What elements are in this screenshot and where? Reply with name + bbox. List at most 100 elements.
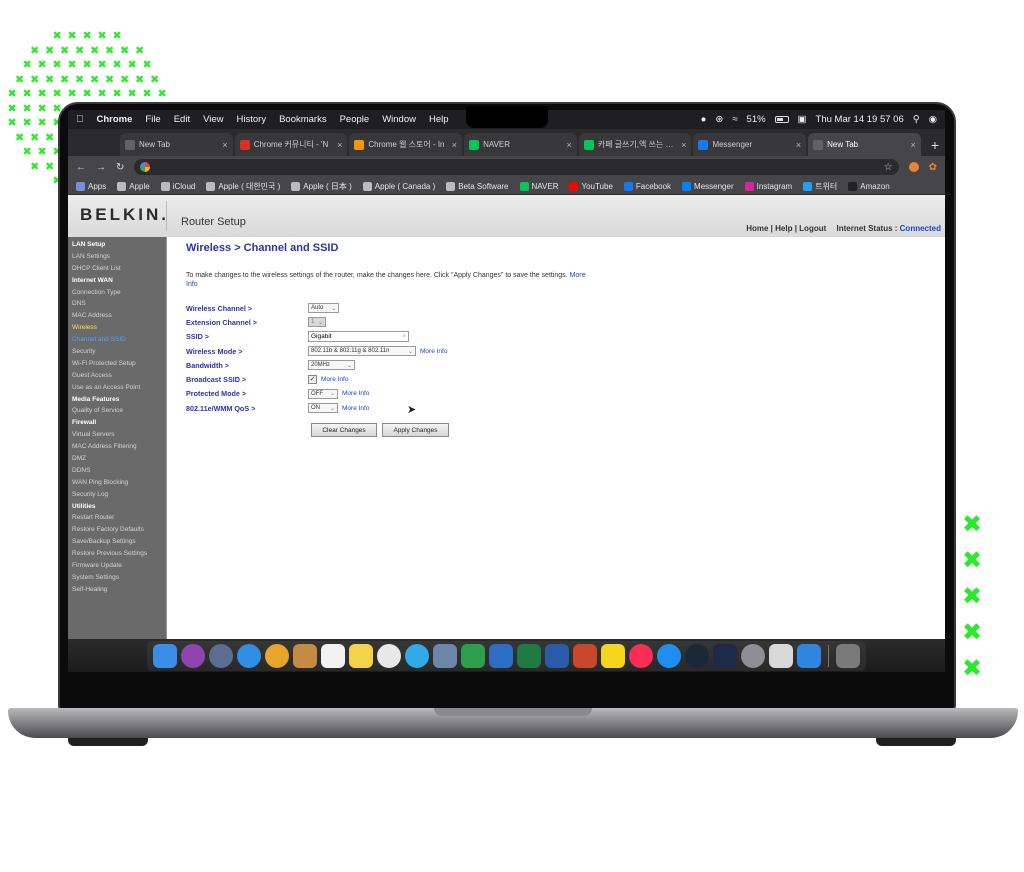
finder-icon[interactable] xyxy=(153,643,177,668)
bookmark-item[interactable]: Apple ( 대한민국 ) xyxy=(206,181,280,192)
protected-mode-select[interactable]: OFF ⌄ xyxy=(308,388,338,399)
sidebar-item[interactable]: Firmware Update xyxy=(68,560,166,572)
browser-tab[interactable]: Chrome 커뮤니티 - 'N × xyxy=(234,133,348,156)
tab-close-icon[interactable]: × xyxy=(911,140,916,150)
bookmark-item[interactable]: Facebook xyxy=(623,181,671,191)
wifi-icon[interactable]: ≈ xyxy=(732,114,737,125)
wireless-mode-more-info-link[interactable]: More Info xyxy=(420,348,447,355)
nav-logout-link[interactable]: Logout xyxy=(799,224,826,233)
sidebar-item[interactable]: Wi-Fi Protected Setup xyxy=(68,358,166,370)
sidebar-item[interactable]: System Settings xyxy=(68,572,166,584)
apply-changes-button[interactable]: Apply Changes xyxy=(382,423,449,438)
sidebar-item[interactable]: Virtual Servers xyxy=(68,429,166,441)
photos-icon[interactable] xyxy=(377,643,401,668)
word-icon[interactable] xyxy=(545,643,569,668)
sidebar-item[interactable]: Save/Backup Settings xyxy=(68,536,166,548)
bookmark-item[interactable]: Apple ( Canada ) xyxy=(362,181,435,191)
keynote-icon[interactable] xyxy=(489,643,513,668)
steam-icon[interactable] xyxy=(685,643,709,668)
numbers-icon[interactable] xyxy=(461,643,485,668)
sidebar-item[interactable]: Self-Healing xyxy=(68,584,166,596)
tab-close-icon[interactable]: × xyxy=(566,140,571,150)
menu-file[interactable]: File xyxy=(145,114,160,125)
nav-home-link[interactable]: Home xyxy=(746,224,768,233)
settings-icon[interactable] xyxy=(741,643,765,668)
sidebar-item[interactable]: MAC Address xyxy=(68,310,166,322)
address-bar[interactable]: ☆ xyxy=(134,159,899,175)
menu-view[interactable]: View xyxy=(203,114,223,125)
tab-close-icon[interactable]: × xyxy=(222,140,227,150)
safari-icon[interactable] xyxy=(237,643,261,668)
sidebar-item[interactable]: Quality of Service xyxy=(68,405,166,417)
sidebar-item[interactable]: Channel and SSID xyxy=(68,334,166,346)
wmm-qos-select[interactable]: ON ⌄ xyxy=(308,403,338,414)
browser-tab[interactable]: Chrome 웹 스토어 - In × xyxy=(349,133,463,156)
preview-icon[interactable] xyxy=(433,643,457,668)
clipboard-icon[interactable]: ▣ xyxy=(798,114,807,125)
contacts-icon[interactable] xyxy=(293,643,317,668)
bookmark-item[interactable]: 트위터 xyxy=(803,181,837,192)
menu-window[interactable]: Window xyxy=(382,114,416,125)
siri-icon[interactable] xyxy=(181,643,205,668)
screenshot-icon[interactable] xyxy=(769,643,793,668)
trash-icon[interactable] xyxy=(836,643,860,668)
sidebar-item[interactable]: Restore Previous Settings xyxy=(68,548,166,560)
menu-app-name[interactable]: Chrome xyxy=(97,114,133,125)
tab-close-icon[interactable]: × xyxy=(796,140,801,150)
sidebar-item[interactable]: LAN Settings xyxy=(68,251,166,263)
powerpoint-icon[interactable] xyxy=(573,643,597,668)
tab-close-icon[interactable]: × xyxy=(452,140,457,150)
bookmark-item[interactable]: Beta Software xyxy=(446,181,509,191)
apple-menu-icon[interactable]:  xyxy=(76,114,84,125)
bookmark-item[interactable]: Apple xyxy=(117,181,150,191)
bookmark-item[interactable]: Apps xyxy=(76,181,106,191)
sidebar-item[interactable]: Connection Type xyxy=(68,287,166,299)
extension-puzzle-icon[interactable]: ✿ xyxy=(929,162,937,173)
bookmark-item[interactable]: Messenger xyxy=(682,181,734,191)
wireless-mode-select[interactable]: 802.11b & 802.11g & 802.11n ⌄ xyxy=(308,346,416,357)
wmm-more-info-link[interactable]: More Info xyxy=(342,405,369,412)
tab-close-icon[interactable]: × xyxy=(681,140,686,150)
sidebar-item[interactable]: WAN Ping Blocking xyxy=(68,477,166,489)
menu-bookmarks[interactable]: Bookmarks xyxy=(279,114,327,125)
menu-help[interactable]: Help xyxy=(429,114,449,125)
bookmark-item[interactable]: Amazon xyxy=(848,181,890,191)
wireless-channel-select[interactable]: Auto ⌄ xyxy=(308,303,339,314)
extension-channel-select[interactable]: 1 ⌄ xyxy=(308,317,326,328)
browser-tab[interactable]: NAVER × xyxy=(464,133,577,156)
new-tab-plus-icon[interactable]: + xyxy=(923,137,945,156)
sidebar-item[interactable]: Wireless xyxy=(68,322,166,334)
chat-icon[interactable]: ● xyxy=(701,114,707,125)
spotlight-icon[interactable]: ⚲ xyxy=(913,114,920,125)
topaz-icon[interactable] xyxy=(713,643,737,668)
reload-icon[interactable]: ↻ xyxy=(116,162,124,173)
sidebar-item[interactable]: Use as an Access Point xyxy=(68,382,166,394)
appstore-icon[interactable] xyxy=(657,643,681,668)
clock[interactable]: Thu Mar 14 19 57 06 xyxy=(816,114,904,125)
broadcast-ssid-checkbox[interactable]: ✓ xyxy=(308,375,317,385)
bookmark-item[interactable]: Apple ( 日本 ) xyxy=(291,181,352,192)
bookmark-item[interactable]: Instagram xyxy=(744,181,792,191)
protected-more-info-link[interactable]: More Info xyxy=(342,390,369,397)
ssid-input[interactable]: Gigabit × xyxy=(308,331,409,343)
sidebar-item[interactable]: DMZ xyxy=(68,453,166,465)
sidebar-item[interactable]: DHCP Client List xyxy=(68,263,166,275)
bluetooth-icon[interactable]: ⊛ xyxy=(715,114,723,125)
sidebar-item[interactable]: MAC Address Filtering xyxy=(68,441,166,453)
extension-icon[interactable] xyxy=(908,162,919,172)
sidebar-item[interactable]: DNS xyxy=(68,298,166,310)
sidebar-item[interactable]: Restart Router xyxy=(68,512,166,524)
nav-help-link[interactable]: Help xyxy=(775,224,792,233)
siri-menubar-icon[interactable]: ◉ xyxy=(929,114,937,125)
browser-tab[interactable]: 카페 글쓰기,액 쓰는 사람 × xyxy=(578,133,692,156)
menu-history[interactable]: History xyxy=(237,114,267,125)
bookmark-star-icon[interactable]: ☆ xyxy=(884,162,893,173)
broadcast-more-info-link[interactable]: More Info xyxy=(321,376,348,383)
forward-icon[interactable]: → xyxy=(96,162,106,173)
back-icon[interactable]: ← xyxy=(76,162,86,173)
kakaotalk-icon[interactable] xyxy=(601,643,625,668)
chrome-icon[interactable] xyxy=(265,643,289,668)
sidebar-item[interactable]: Guest Access xyxy=(68,370,166,382)
sidebar-item[interactable]: DDNS xyxy=(68,465,166,477)
clear-icon[interactable]: × xyxy=(402,334,406,340)
